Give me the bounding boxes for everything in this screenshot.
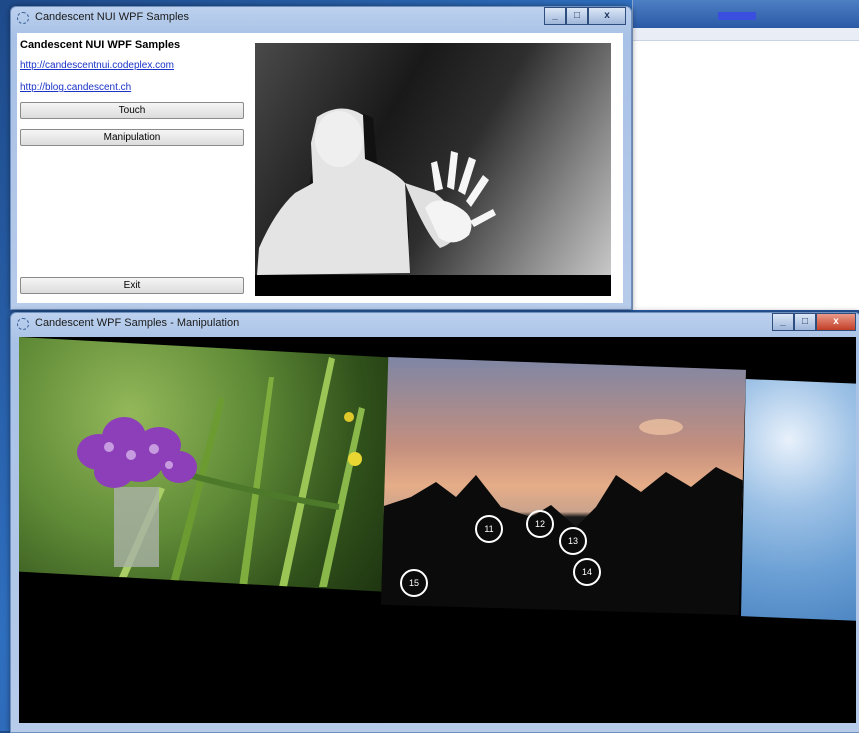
maximize-button[interactable]: □ bbox=[794, 313, 816, 331]
exit-button[interactable]: Exit bbox=[20, 277, 244, 294]
window-title: Candescent NUI WPF Samples bbox=[35, 11, 190, 23]
manipulation-window: Candescent WPF Samples - Manipulation _ … bbox=[10, 312, 859, 733]
touch-point-14: 14 bbox=[573, 558, 601, 586]
samples-window-client: Candescent NUI WPF Samples http://candes… bbox=[17, 33, 623, 303]
manipulation-button[interactable]: Manipulation bbox=[20, 129, 244, 146]
depth-silhouette bbox=[255, 108, 611, 296]
background-window-toolbar bbox=[633, 28, 859, 41]
window-title: Candescent WPF Samples - Manipulation bbox=[35, 317, 240, 329]
page-title: Candescent NUI WPF Samples bbox=[20, 39, 181, 51]
touch-point-15: 15 bbox=[400, 569, 428, 597]
close-button[interactable]: x bbox=[588, 7, 626, 25]
background-window bbox=[632, 0, 859, 310]
samples-window-titlebar[interactable]: Candescent NUI WPF Samples _ □ x bbox=[11, 7, 631, 29]
depth-camera-view bbox=[255, 43, 611, 296]
app-icon bbox=[17, 318, 29, 330]
sunset-photo[interactable] bbox=[381, 357, 746, 615]
blog-link[interactable]: http://blog.candescent.ch bbox=[20, 82, 131, 93]
touch-button[interactable]: Touch bbox=[20, 102, 244, 119]
close-button[interactable]: x bbox=[816, 313, 856, 331]
app-icon bbox=[17, 12, 29, 24]
flower-drawing bbox=[77, 357, 365, 587]
mountain-silhouette bbox=[381, 419, 746, 615]
background-window-titlebar bbox=[633, 0, 859, 28]
samples-window: Candescent NUI WPF Samples _ □ x Candesc… bbox=[10, 6, 632, 310]
codeplex-link[interactable]: http://candescentnui.codeplex.com bbox=[20, 60, 174, 71]
flower-photo[interactable] bbox=[19, 337, 389, 592]
touch-point-13: 13 bbox=[559, 527, 587, 555]
manipulation-window-titlebar[interactable]: Candescent WPF Samples - Manipulation _ … bbox=[11, 313, 859, 335]
sky-photo[interactable] bbox=[741, 379, 856, 621]
minimize-button[interactable]: _ bbox=[772, 313, 794, 331]
touch-point-11: 11 bbox=[475, 515, 503, 543]
manipulation-canvas[interactable]: 11 12 13 14 15 bbox=[19, 337, 856, 723]
minimize-button[interactable]: _ bbox=[544, 7, 566, 25]
maximize-button[interactable]: □ bbox=[566, 7, 588, 25]
background-window-title-blip bbox=[718, 12, 756, 20]
touch-point-12: 12 bbox=[526, 510, 554, 538]
